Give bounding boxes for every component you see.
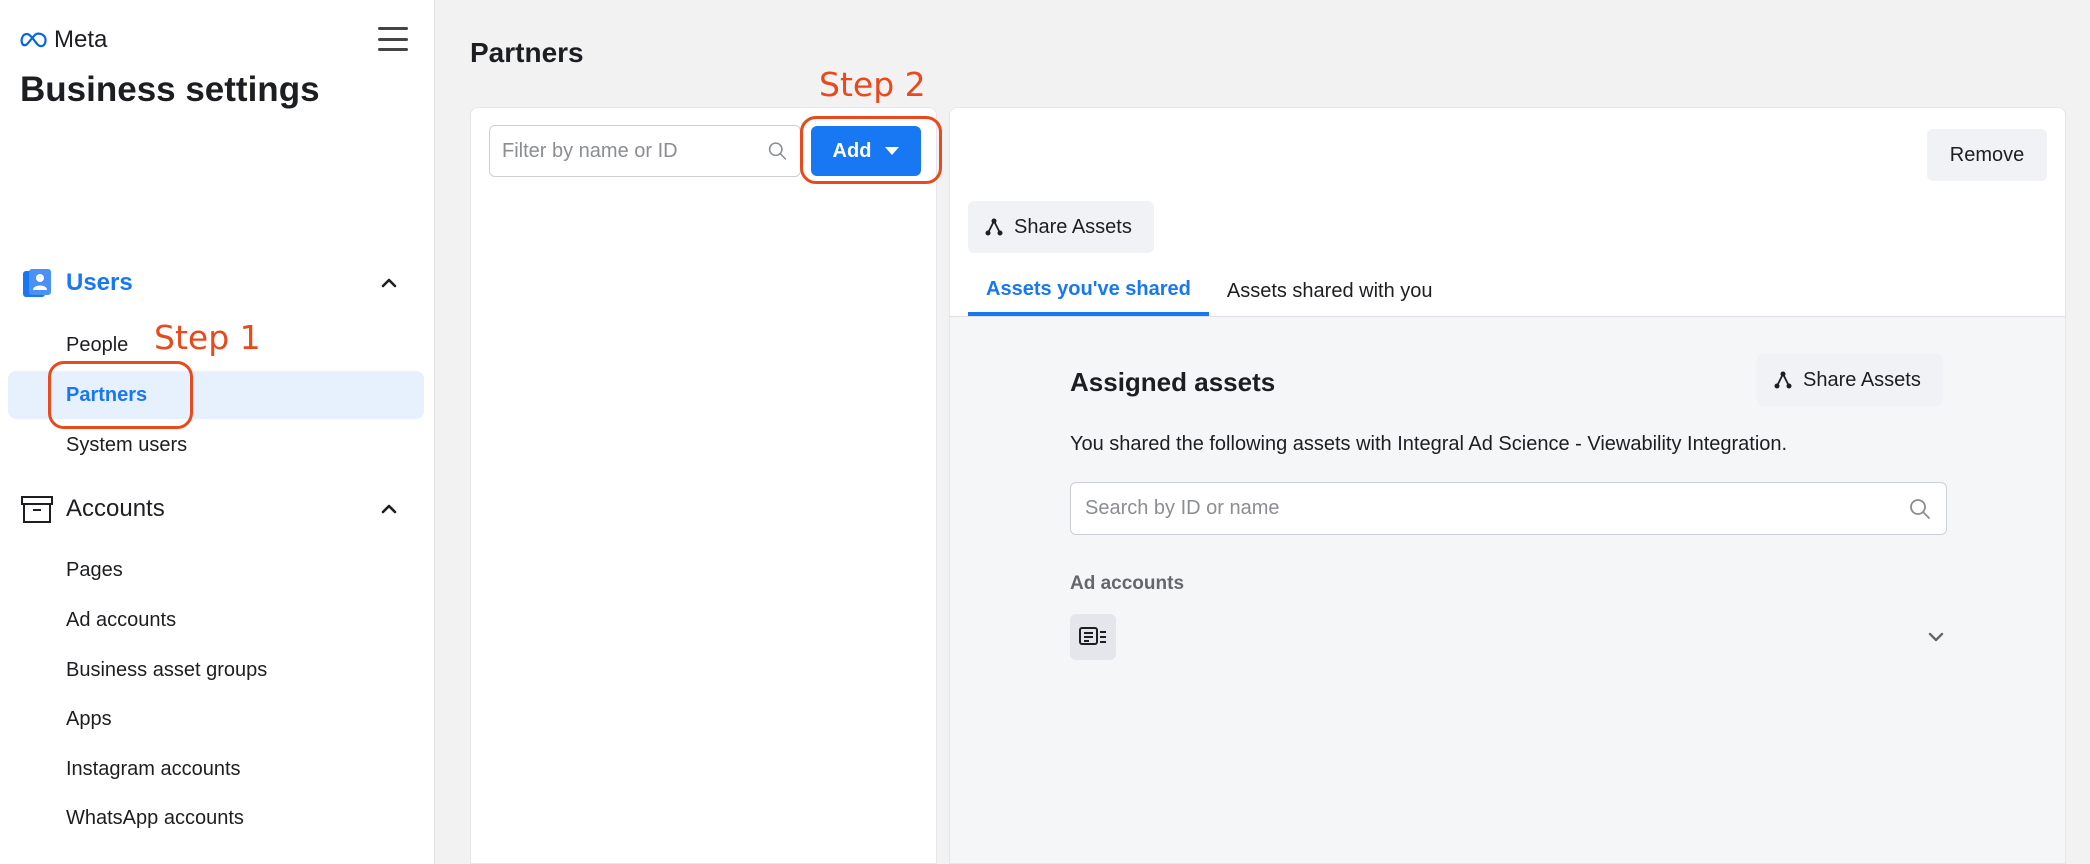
search-icon [768,142,787,160]
sidebar-item-ad-accounts[interactable]: Ad accounts [8,596,424,644]
tab-assets-you-shared[interactable]: Assets you've shared [968,266,1209,316]
page-title: Partners [470,37,584,68]
partners-list-panel: Add [470,107,937,864]
chevron-up-icon[interactable] [378,498,400,520]
share-network-icon [1774,371,1792,389]
accounts-section-label: Accounts [66,495,165,522]
meta-logo-text: Meta [54,26,108,53]
sidebar-item-apps[interactable]: Apps [8,695,424,743]
tab-assets-shared-with-you[interactable]: Assets shared with you [1209,266,1451,316]
remove-button[interactable]: Remove [1927,129,2047,181]
share-assets-button[interactable]: Share Assets [968,201,1154,253]
chevron-up-icon[interactable] [378,272,400,294]
ad-account-icon [1070,614,1116,660]
asset-search-field[interactable] [1070,482,1947,535]
meta-infinity-icon [20,32,47,48]
users-section-label: Users [66,269,133,296]
step-1-highlight [48,361,193,429]
share-assets-label: Share Assets [1803,368,1921,391]
sidebar-item-pages[interactable]: Pages [8,546,424,594]
step-2-highlight [800,116,942,184]
sidebar-item-instagram-accounts[interactable]: Instagram accounts [8,745,424,793]
search-icon [1910,498,1930,519]
share-assets-button-secondary[interactable]: Share Assets [1757,354,1943,406]
archive-box-icon [20,492,54,526]
chevron-down-icon[interactable] [1925,626,1947,648]
partner-details-panel: Remove Share Assets Assets you've shared… [949,107,2066,864]
ad-accounts-label: Ad accounts [1070,573,1185,594]
share-network-icon [985,218,1003,236]
step-1-annotation: Step 1 [154,318,261,357]
assigned-assets-title: Assigned assets [1070,367,1276,397]
meta-logo[interactable]: Meta [20,26,107,54]
asset-tabs: Assets you've shared Assets shared with … [968,266,1451,316]
assigned-assets-description: You shared the following assets with Int… [1070,433,1788,455]
sidebar-item-whatsapp-accounts[interactable]: WhatsApp accounts [8,794,424,842]
filter-field[interactable] [489,125,801,177]
accounts-section-header[interactable]: Accounts [20,492,400,526]
asset-search-input[interactable] [1085,497,1908,520]
step-2-annotation: Step 2 [819,65,926,104]
menu-icon[interactable] [378,24,408,54]
sidebar: Meta Business settings Users People Part… [0,0,435,864]
share-assets-label: Share Assets [1014,215,1132,238]
app-title: Business settings [20,70,320,109]
users-icon [20,266,54,300]
sidebar-item-business-asset-groups[interactable]: Business asset groups [8,646,424,694]
users-section-header[interactable]: Users [20,266,400,300]
filter-input[interactable] [502,139,767,163]
